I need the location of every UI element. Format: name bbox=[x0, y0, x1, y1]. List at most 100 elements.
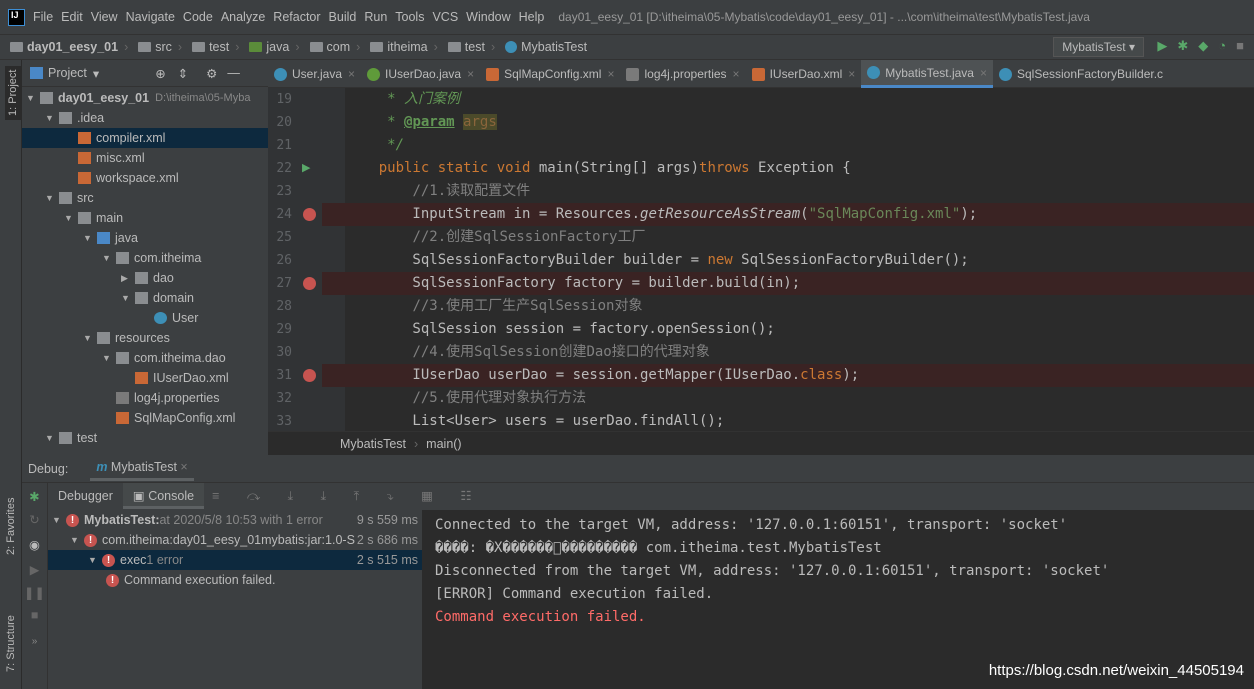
menu-analyze[interactable]: Analyze bbox=[221, 10, 265, 24]
tree-item[interactable]: ▼ resources bbox=[22, 328, 268, 348]
tree-item[interactable]: User bbox=[22, 308, 268, 328]
tab-IUserDao.xml[interactable]: IUserDao.xml × bbox=[746, 60, 862, 88]
run-icon[interactable]: ▶ bbox=[1157, 38, 1167, 54]
tree-item[interactable]: ▼ domain bbox=[22, 288, 268, 308]
close-tab-icon[interactable]: × bbox=[980, 66, 987, 80]
menu-view[interactable]: View bbox=[91, 10, 118, 24]
build-tree-item[interactable]: ▼! MybatisTest: at 2020/5/8 10:53 with 1 … bbox=[48, 510, 422, 530]
code-editor[interactable]: * 入门案例 * @param args */ public static vo… bbox=[345, 88, 1254, 431]
project-tool-button[interactable]: 1: Project bbox=[5, 65, 21, 120]
tree-item[interactable]: log4j.properties bbox=[22, 388, 268, 408]
breadcrumb-src[interactable]: src › bbox=[138, 40, 188, 54]
tree-item[interactable]: ▼ java bbox=[22, 228, 268, 248]
breadcrumb-com[interactable]: com › bbox=[309, 40, 367, 54]
resume-icon[interactable]: ▶ bbox=[22, 562, 47, 577]
line-number: 33 bbox=[276, 414, 292, 429]
breadcrumb-java[interactable]: java › bbox=[249, 40, 305, 54]
breadcrumb-test[interactable]: test › bbox=[192, 40, 245, 54]
tree-item-label: resources bbox=[115, 331, 170, 345]
close-tab-icon[interactable]: × bbox=[848, 67, 855, 81]
tree-item[interactable]: ▼ .idea bbox=[22, 108, 268, 128]
stop-icon[interactable]: ■ bbox=[1236, 38, 1244, 54]
tree-item[interactable]: workspace.xml bbox=[22, 168, 268, 188]
tab-SqlMapConfig.xml[interactable]: SqlMapConfig.xml × bbox=[480, 60, 620, 88]
tree-item-label: User bbox=[172, 311, 199, 325]
menu-window[interactable]: Window bbox=[466, 10, 510, 24]
bug-icon[interactable]: ✱ bbox=[22, 489, 47, 504]
close-tab-icon[interactable]: × bbox=[733, 67, 740, 81]
class-icon bbox=[867, 66, 881, 79]
close-tab-icon[interactable]: × bbox=[467, 67, 474, 81]
close-tab-icon[interactable]: × bbox=[348, 67, 355, 81]
menu-help[interactable]: Help bbox=[519, 10, 545, 24]
tree-item[interactable]: ▼ com.itheima bbox=[22, 248, 268, 268]
locate-icon[interactable]: ⊕ bbox=[155, 66, 165, 81]
breakpoint-icon[interactable] bbox=[303, 369, 316, 382]
tab-User.java[interactable]: User.java × bbox=[268, 60, 361, 88]
hide-icon[interactable]: — bbox=[227, 66, 240, 80]
tab-log4j.properties[interactable]: log4j.properties × bbox=[620, 60, 745, 88]
tab-IUserDao.java[interactable]: IUserDao.java × bbox=[361, 60, 480, 88]
menu-vcs[interactable]: VCS bbox=[432, 10, 458, 24]
step-icons[interactable]: ≡ ⤼ ⤓ ⤓ ⤒ ⤵ ▦ ☷ bbox=[212, 488, 484, 504]
breadcrumb-day01_eesy_01[interactable]: day01_eesy_01 › bbox=[10, 40, 134, 54]
build-tree-item[interactable]: ! Command execution failed. bbox=[48, 570, 422, 590]
breadcrumb-label: day01_eesy_01 bbox=[27, 40, 119, 54]
tree-item[interactable]: ▶ dao bbox=[22, 268, 268, 288]
debug-icon[interactable]: ✱ bbox=[1177, 38, 1188, 54]
breakpoint-icon[interactable] bbox=[303, 208, 316, 221]
breadcrumb-class[interactable]: MybatisTest bbox=[340, 437, 406, 451]
tab-SqlSessionFactoryBuilder.c[interactable]: SqlSessionFactoryBuilder.c bbox=[993, 60, 1169, 88]
tree-item[interactable]: IUserDao.xml bbox=[22, 368, 268, 388]
build-tree-item[interactable]: ▼! exec 1 error 2 s 515 ms bbox=[48, 550, 422, 570]
menu-navigate[interactable]: Navigate bbox=[126, 10, 175, 24]
tree-item[interactable]: ▼ day01_eesy_01 D:\itheima\05-Myba bbox=[22, 88, 268, 108]
chevron-down-icon[interactable]: ▾ bbox=[93, 66, 99, 81]
build-tree-item[interactable]: ▼! com.itheima:day01_eesy_01mybatis:jar:1… bbox=[48, 530, 422, 550]
menu-tools[interactable]: Tools bbox=[395, 10, 424, 24]
structure-tool-button[interactable]: 7: Structure bbox=[5, 615, 17, 672]
stop-icon[interactable]: ■ bbox=[22, 608, 47, 622]
run-gutter-icon[interactable]: ▶ bbox=[302, 161, 310, 174]
profile-icon[interactable]: ◔ bbox=[1218, 38, 1226, 54]
tab-debugger[interactable]: Debugger bbox=[48, 483, 123, 509]
tree-item[interactable]: compiler.xml bbox=[22, 128, 268, 148]
tree-item[interactable]: ▼ main bbox=[22, 208, 268, 228]
build-tree-time: 2 s 686 ms bbox=[356, 533, 418, 547]
close-icon[interactable]: × bbox=[180, 460, 187, 474]
breadcrumb-itheima[interactable]: itheima › bbox=[370, 40, 443, 54]
coverage-icon[interactable]: ◆ bbox=[1198, 38, 1208, 54]
eye-icon[interactable]: ◉ bbox=[22, 537, 47, 552]
debug-session-tab[interactable]: m MybatisTest × bbox=[90, 456, 194, 481]
breakpoint-icon[interactable] bbox=[303, 277, 316, 290]
tree-item-label: main bbox=[96, 211, 124, 225]
breadcrumb-method[interactable]: main() bbox=[426, 437, 461, 451]
menu-edit[interactable]: Edit bbox=[61, 10, 83, 24]
menu-file[interactable]: File bbox=[33, 10, 53, 24]
tab-console[interactable]: ▣ Console bbox=[122, 483, 205, 509]
breadcrumb-MybatisTest[interactable]: MybatisTest bbox=[505, 40, 587, 54]
gear-icon[interactable]: ⚙ bbox=[206, 66, 217, 81]
tree-item[interactable]: misc.xml bbox=[22, 148, 268, 168]
project-view-select[interactable]: Project bbox=[48, 66, 87, 80]
run-config-select[interactable]: MybatisTest ▾ bbox=[1053, 37, 1144, 57]
close-tab-icon[interactable]: × bbox=[607, 67, 614, 81]
menu-refactor[interactable]: Refactor bbox=[273, 10, 320, 24]
breadcrumb-test[interactable]: test › bbox=[447, 40, 501, 54]
tab-MybatisTest.java[interactable]: MybatisTest.java × bbox=[861, 60, 993, 88]
pause-icon[interactable]: ❚❚ bbox=[22, 585, 47, 600]
rerun-icon[interactable]: ↻ bbox=[22, 512, 47, 527]
xml-icon bbox=[116, 412, 129, 424]
tree-item[interactable]: ▼ test bbox=[22, 428, 268, 448]
tree-item[interactable]: ▼ com.itheima.dao bbox=[22, 348, 268, 368]
error-icon: ! bbox=[84, 533, 97, 547]
tree-item[interactable]: SqlMapConfig.xml bbox=[22, 408, 268, 428]
tree-item[interactable]: ▼ src bbox=[22, 188, 268, 208]
line-number: 25 bbox=[276, 230, 292, 245]
more-icon[interactable]: » bbox=[22, 636, 47, 647]
menu-code[interactable]: Code bbox=[183, 10, 213, 24]
menu-run[interactable]: Run bbox=[364, 10, 387, 24]
menu-build[interactable]: Build bbox=[329, 10, 357, 24]
collapse-icon[interactable]: ⇕ bbox=[178, 66, 188, 81]
favorites-tool-button[interactable]: 2: Favorites bbox=[5, 498, 17, 555]
